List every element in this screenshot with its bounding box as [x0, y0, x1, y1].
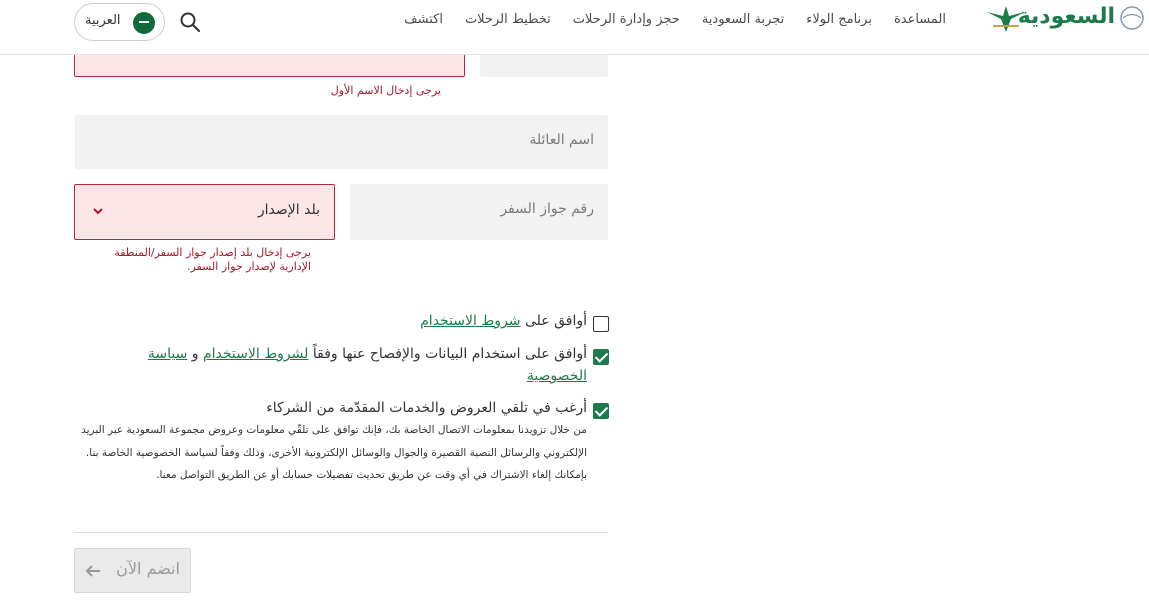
nav-help[interactable]: المساعدة	[894, 12, 946, 27]
join-now-label: انضم الآن	[116, 559, 180, 578]
offers-checkbox[interactable]	[593, 403, 609, 419]
issuing-country-select[interactable]: بلد الإصدار	[74, 184, 335, 240]
site-header: السعودية اكتشف تخطيط الرحلات حجز وإدارة …	[0, 0, 1149, 55]
chevron-down-icon	[93, 208, 103, 215]
offers-label: أرغب في تلقي العروض والخدمات المقدّمة من…	[266, 400, 587, 416]
saudia-logo[interactable]: السعودية	[983, 0, 1149, 40]
saudi-flag-icon	[133, 12, 155, 34]
terms-checkbox[interactable]	[593, 316, 609, 332]
terms-prefix: أوافق على	[520, 313, 587, 329]
language-label: العربية	[85, 13, 121, 28]
form-divider	[74, 532, 608, 533]
last-name-placeholder: اسم العائلة	[529, 132, 594, 148]
nav-book-manage[interactable]: حجز وإدارة الرحلات	[573, 12, 680, 27]
search-icon[interactable]	[178, 10, 202, 34]
nav-saudia-experience[interactable]: تجربة السعودية	[702, 12, 784, 27]
country-error-line2: الإدارية لإصدار جواز السفر.	[186, 260, 311, 273]
language-switcher[interactable]: العربية	[74, 3, 165, 41]
terms-label: أوافق على شروط الاستخدام	[420, 310, 587, 332]
data-use-label: أوافق على استخدام البيانات والإفصاح عنها…	[97, 343, 587, 387]
terms-link[interactable]: شروط الاستخدام	[420, 313, 520, 329]
join-now-button[interactable]: انضم الآن	[74, 548, 191, 593]
nav-trip-planning[interactable]: تخطيط الرحلات	[465, 12, 551, 27]
country-error-line1: يرجى إدخال بلد إصدار جواز السفر/المنطقة	[114, 246, 311, 259]
data-use-checkbox[interactable]	[593, 349, 609, 365]
first-name-error: يرجى إدخال الاسم الأول	[330, 84, 441, 97]
privacy-fine-print: من خلال تزويدنا بمعلومات الاتصال الخاصة …	[81, 424, 587, 482]
skyteam-icon	[1120, 6, 1144, 30]
brand-wordmark: السعودية	[1017, 4, 1116, 29]
main-nav: اكتشف تخطيط الرحلات حجز وإدارة الرحلات ت…	[404, 12, 946, 27]
passport-number-input[interactable]: رقم جواز السفر	[350, 184, 608, 240]
palm-swords-icon	[987, 6, 1025, 32]
arrow-left-icon	[85, 565, 100, 577]
nav-loyalty[interactable]: برنامج الولاء	[806, 12, 872, 27]
last-name-input[interactable]: اسم العائلة	[75, 115, 608, 169]
issuing-country-value: بلد الإصدار	[257, 202, 320, 218]
passport-placeholder: رقم جواز السفر	[500, 201, 594, 217]
data-use-prefix: أوافق على استخدام البيانات والإفصاح عنها…	[308, 346, 587, 362]
data-use-and: و	[187, 346, 203, 362]
terms-of-use-link[interactable]: لشروط الاستخدام	[203, 346, 308, 362]
nav-discover[interactable]: اكتشف	[404, 12, 443, 27]
